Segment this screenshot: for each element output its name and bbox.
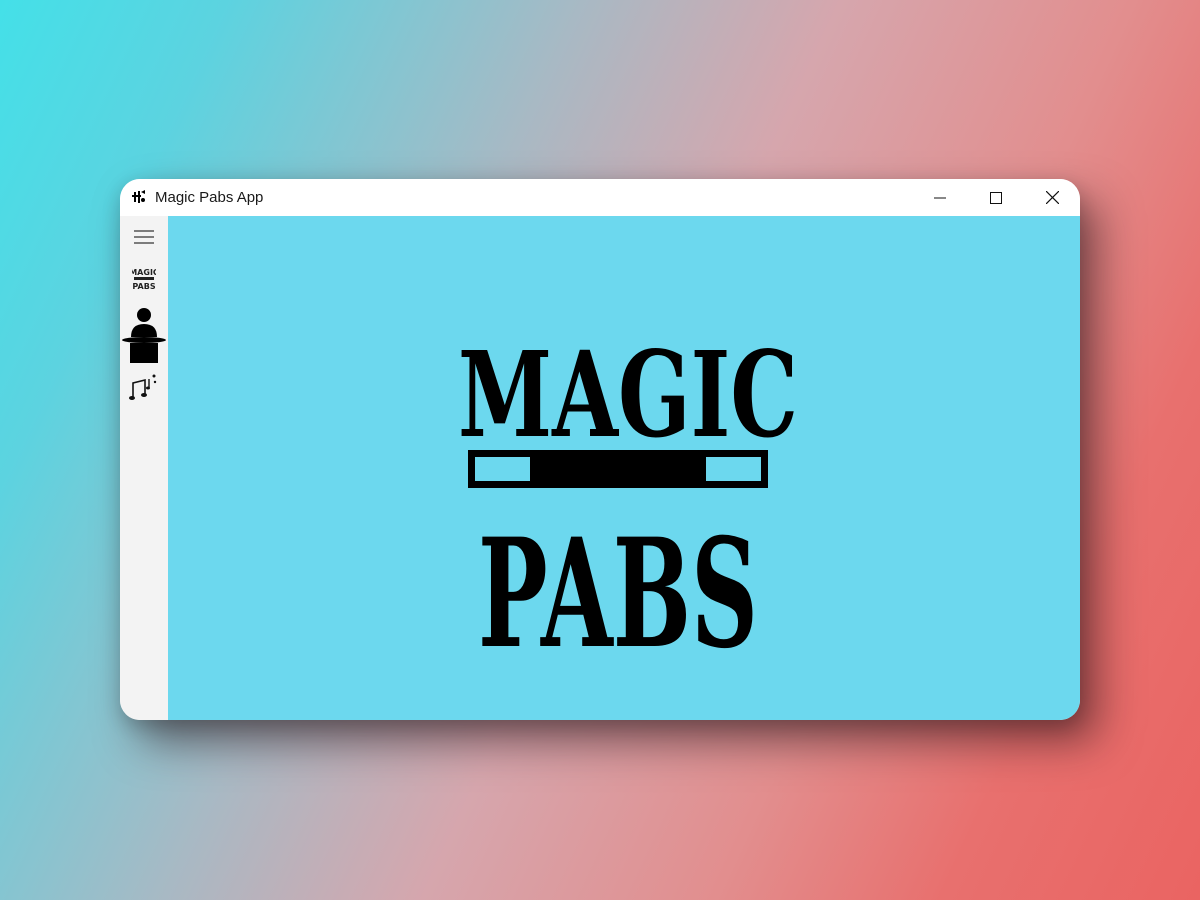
main-content: MAGIC PABS xyxy=(168,216,1080,720)
app-window: Magic Pabs App MAGIC PABS MAGIC PABS xyxy=(120,179,1080,720)
svg-text:MAGIC: MAGIC xyxy=(132,268,156,277)
maximize-button[interactable] xyxy=(968,179,1024,216)
maximize-icon xyxy=(990,191,1002,204)
logo-line-2: PABS xyxy=(478,506,758,664)
svg-text:PABS: PABS xyxy=(132,282,155,291)
magic-pabs-logo-icon: MAGIC PABS xyxy=(132,268,156,291)
hamburger-menu-icon xyxy=(134,230,154,244)
magic-wand-divider xyxy=(468,450,768,488)
minimize-icon xyxy=(934,197,946,198)
app-icon xyxy=(132,190,145,203)
magician-icon xyxy=(122,308,166,363)
close-button[interactable] xyxy=(1024,179,1080,216)
nav-item-music[interactable] xyxy=(120,372,168,404)
magic-pabs-logo: MAGIC PABS xyxy=(458,325,798,664)
close-icon xyxy=(1045,191,1059,204)
nav-item-home[interactable]: MAGIC PABS xyxy=(120,264,168,294)
logo-line-1: MAGIC xyxy=(458,325,798,464)
minimize-button[interactable] xyxy=(912,179,968,216)
music-notes-icon xyxy=(129,374,157,400)
window-title: Magic Pabs App xyxy=(155,189,264,206)
hamburger-menu-button[interactable] xyxy=(120,225,168,249)
nav-item-magician[interactable] xyxy=(120,304,168,366)
title-bar[interactable]: Magic Pabs App xyxy=(120,179,1080,216)
navigation-sidebar: MAGIC PABS xyxy=(120,216,168,720)
